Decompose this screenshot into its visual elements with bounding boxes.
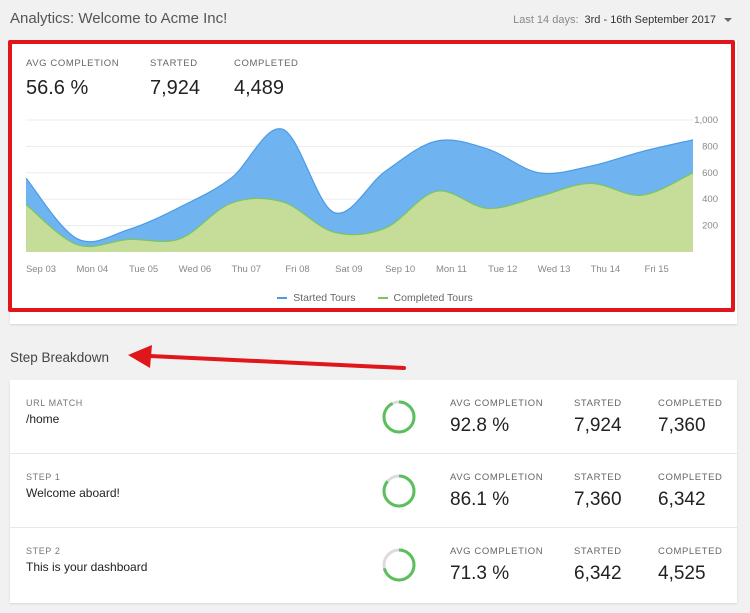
metric-value: 86.1 % bbox=[450, 489, 510, 510]
step-name: Welcome aboard! bbox=[26, 486, 120, 500]
metric-label: AVG COMPLETION bbox=[450, 472, 544, 483]
metric-value: 7,924 bbox=[574, 415, 622, 436]
x-tick-label: Mon 11 bbox=[436, 264, 467, 275]
x-tick-label: Thu 14 bbox=[591, 264, 621, 275]
legend-label-completed: Completed Tours bbox=[393, 292, 473, 304]
step-completed: COMPLETED 4,525 bbox=[658, 546, 723, 585]
metric-value: 6,342 bbox=[658, 489, 706, 510]
step-avg-completion: AVG COMPLETION 92.8 % bbox=[450, 398, 543, 437]
step-started: STARTED 6,342 bbox=[574, 546, 622, 585]
completion-ring-icon bbox=[382, 474, 416, 508]
metric-label: COMPLETED bbox=[658, 472, 723, 483]
x-tick-label: Mon 04 bbox=[76, 264, 108, 275]
step-label: STEP 1 bbox=[26, 472, 61, 482]
legend-item-completed[interactable]: Completed Tours bbox=[377, 292, 473, 304]
step-breakdown-card: URL MATCH /home AVG COMPLETION 92.8 % ST… bbox=[10, 380, 737, 603]
step-completed: COMPLETED 7,360 bbox=[658, 398, 723, 437]
step-avg-completion: AVG COMPLETION 71.3 % bbox=[450, 546, 543, 585]
completion-ring-icon bbox=[382, 548, 416, 582]
x-tick-label: Fri 08 bbox=[285, 264, 309, 275]
metric-label: STARTED bbox=[574, 472, 622, 483]
step-breakdown-title: Step Breakdown bbox=[10, 350, 110, 365]
metric-label: STARTED bbox=[574, 398, 622, 409]
y-tick-label: 1,000 bbox=[694, 115, 718, 126]
x-tick-label: Sep 03 bbox=[26, 264, 56, 275]
metric-label: AVG COMPLETION bbox=[450, 546, 544, 557]
metric-value: 7,360 bbox=[658, 415, 706, 436]
step-row-step-1[interactable]: STEP 1 Welcome aboard! AVG COMPLETION 86… bbox=[10, 454, 737, 528]
step-completed: COMPLETED 6,342 bbox=[658, 472, 723, 511]
x-tick-label: Tue 12 bbox=[488, 264, 517, 275]
chart-legend: Started Tours Completed Tours bbox=[0, 292, 750, 304]
metric-value: 92.8 % bbox=[450, 415, 510, 436]
metric-value: 71.3 % bbox=[450, 563, 510, 584]
step-row-url-match[interactable]: URL MATCH /home AVG COMPLETION 92.8 % ST… bbox=[10, 380, 737, 454]
y-tick-label: 200 bbox=[702, 221, 718, 232]
tours-area-chart: Sep 03 Mon 04 Tue 05 Wed 06 Thu 07 Fri 08 Sat … bbox=[25, 115, 718, 275]
y-tick-label: 800 bbox=[702, 141, 718, 152]
metric-value: 7,360 bbox=[574, 489, 622, 510]
metric-label: COMPLETED bbox=[658, 398, 723, 409]
legend-swatch-completed bbox=[377, 297, 388, 299]
legend-item-started[interactable]: Started Tours bbox=[277, 292, 356, 304]
x-tick-label: Thu 07 bbox=[231, 264, 261, 275]
metric-value: 6,342 bbox=[574, 563, 622, 584]
x-tick-label: Sat 09 bbox=[335, 264, 362, 275]
step-started: STARTED 7,924 bbox=[574, 398, 622, 437]
y-tick-label: 400 bbox=[702, 194, 718, 205]
step-label: URL MATCH bbox=[26, 398, 83, 408]
metric-label: STARTED bbox=[574, 546, 622, 557]
x-tick-label: Sep 10 bbox=[385, 264, 415, 275]
completion-ring-icon bbox=[382, 400, 416, 434]
metric-label: COMPLETED bbox=[658, 546, 723, 557]
step-name: This is your dashboard bbox=[26, 560, 148, 574]
x-tick-label: Wed 13 bbox=[538, 264, 571, 275]
ring-progress bbox=[382, 400, 416, 434]
step-label: STEP 2 bbox=[26, 546, 61, 556]
metric-value: 4,525 bbox=[658, 563, 706, 584]
y-tick-label: 600 bbox=[702, 168, 718, 179]
x-tick-label: Fri 15 bbox=[645, 264, 669, 275]
step-row-step-2[interactable]: STEP 2 This is your dashboard AVG COMPLE… bbox=[10, 528, 737, 602]
x-tick-label: Wed 06 bbox=[179, 264, 212, 275]
metric-label: AVG COMPLETION bbox=[450, 398, 544, 409]
step-avg-completion: AVG COMPLETION 86.1 % bbox=[450, 472, 543, 511]
step-started: STARTED 7,360 bbox=[574, 472, 622, 511]
step-name: /home bbox=[26, 412, 60, 426]
legend-swatch-started bbox=[277, 297, 288, 299]
legend-label-started: Started Tours bbox=[293, 292, 356, 304]
x-tick-label: Tue 05 bbox=[129, 264, 158, 275]
